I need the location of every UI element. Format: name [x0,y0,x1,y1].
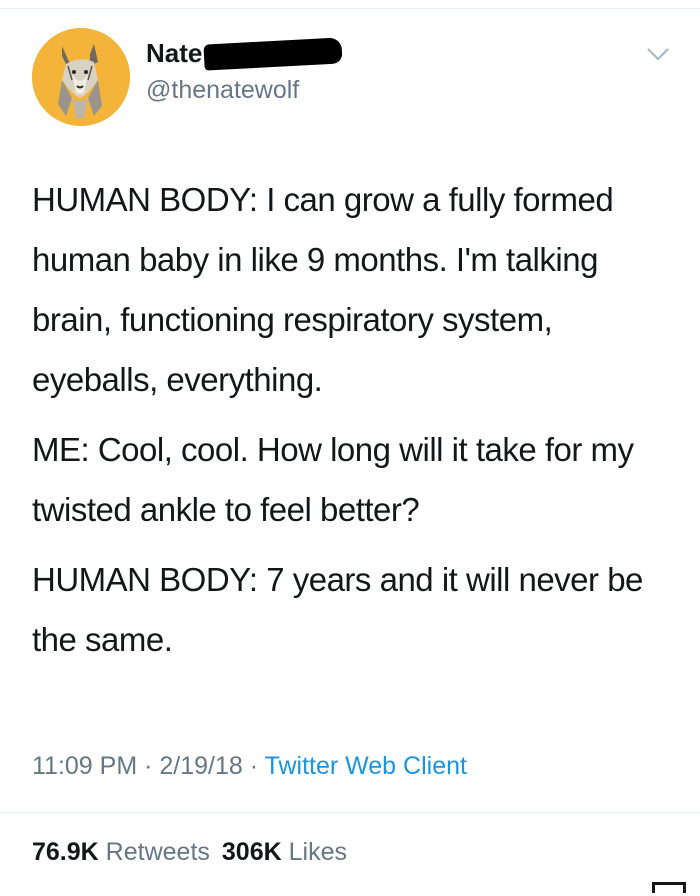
likes-count: 306K [221,838,282,866]
top-divider [0,8,700,9]
stats-divider [0,812,700,813]
retweets-count: 76.9K [32,838,99,866]
tweet-client-link[interactable]: Twitter Web Client [265,752,467,780]
tweet-paragraph: ME: Cool, cool. How long will it take fo… [32,431,634,528]
name-redaction [203,36,343,71]
wolf-avatar-icon [32,28,130,126]
meta-separator: · [137,752,160,780]
user-name-row[interactable]: Nate [146,36,343,71]
tweet-time[interactable]: 11:09 PM [32,752,137,780]
retweets-stat[interactable]: 76.9K Retweets [32,838,210,866]
chevron-down-icon[interactable] [645,44,671,64]
user-handle[interactable]: @thenatewolf [146,76,299,105]
retweets-label: Retweets [105,838,210,866]
tweet-paragraph: HUMAN BODY: I can grow a fully formed hu… [32,181,614,398]
tweet-paragraph: HUMAN BODY: 7 years and it will never be… [32,561,643,658]
tweet-meta: 11:09 PM · 2/19/18 · Twitter Web Client [32,752,467,781]
display-name[interactable]: Nate [146,38,202,69]
tweet-text: HUMAN BODY: I can grow a fully formed hu… [32,170,682,680]
tweet-date[interactable]: 2/19/18 [159,752,242,780]
meta-separator: · [242,752,265,780]
likes-stat[interactable]: 306K Likes [222,838,347,866]
likes-label: Likes [288,838,347,866]
tweet-stats: 76.9K Retweets 306K Likes [32,838,347,867]
partial-icon [652,882,686,893]
avatar[interactable] [32,28,130,126]
